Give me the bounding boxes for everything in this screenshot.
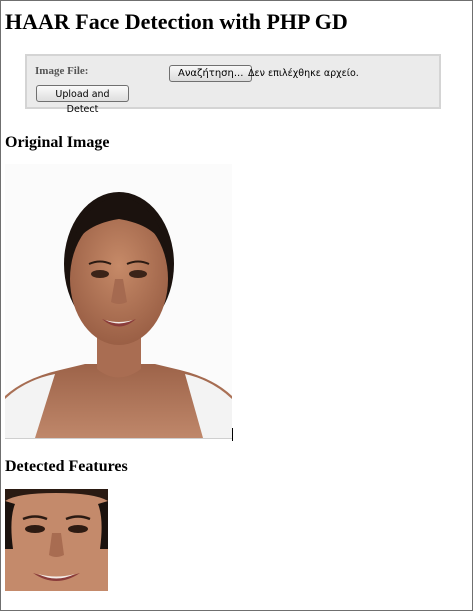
browse-button[interactable]: Αναζήτηση... <box>169 65 253 82</box>
face-crop-photo <box>5 489 108 591</box>
portrait-photo <box>5 164 232 438</box>
upload-form: Image File: Αναζήτηση... Δεν επιλέχθηκε … <box>25 54 441 115</box>
page-title: HAAR Face Detection with PHP GD <box>5 9 348 34</box>
image-border <box>5 438 232 439</box>
no-file-chosen-text: Δεν επιλέχθηκε αρχείο. <box>248 68 359 79</box>
upload-and-detect-button[interactable]: Upload and Detect <box>36 85 129 115</box>
original-image-heading: Original Image <box>5 134 110 151</box>
text-caret <box>232 428 233 441</box>
detected-features-heading: Detected Features <box>5 458 128 475</box>
detected-face-image <box>5 489 108 591</box>
image-file-label: Image File: <box>35 65 89 77</box>
original-image <box>5 164 232 438</box>
